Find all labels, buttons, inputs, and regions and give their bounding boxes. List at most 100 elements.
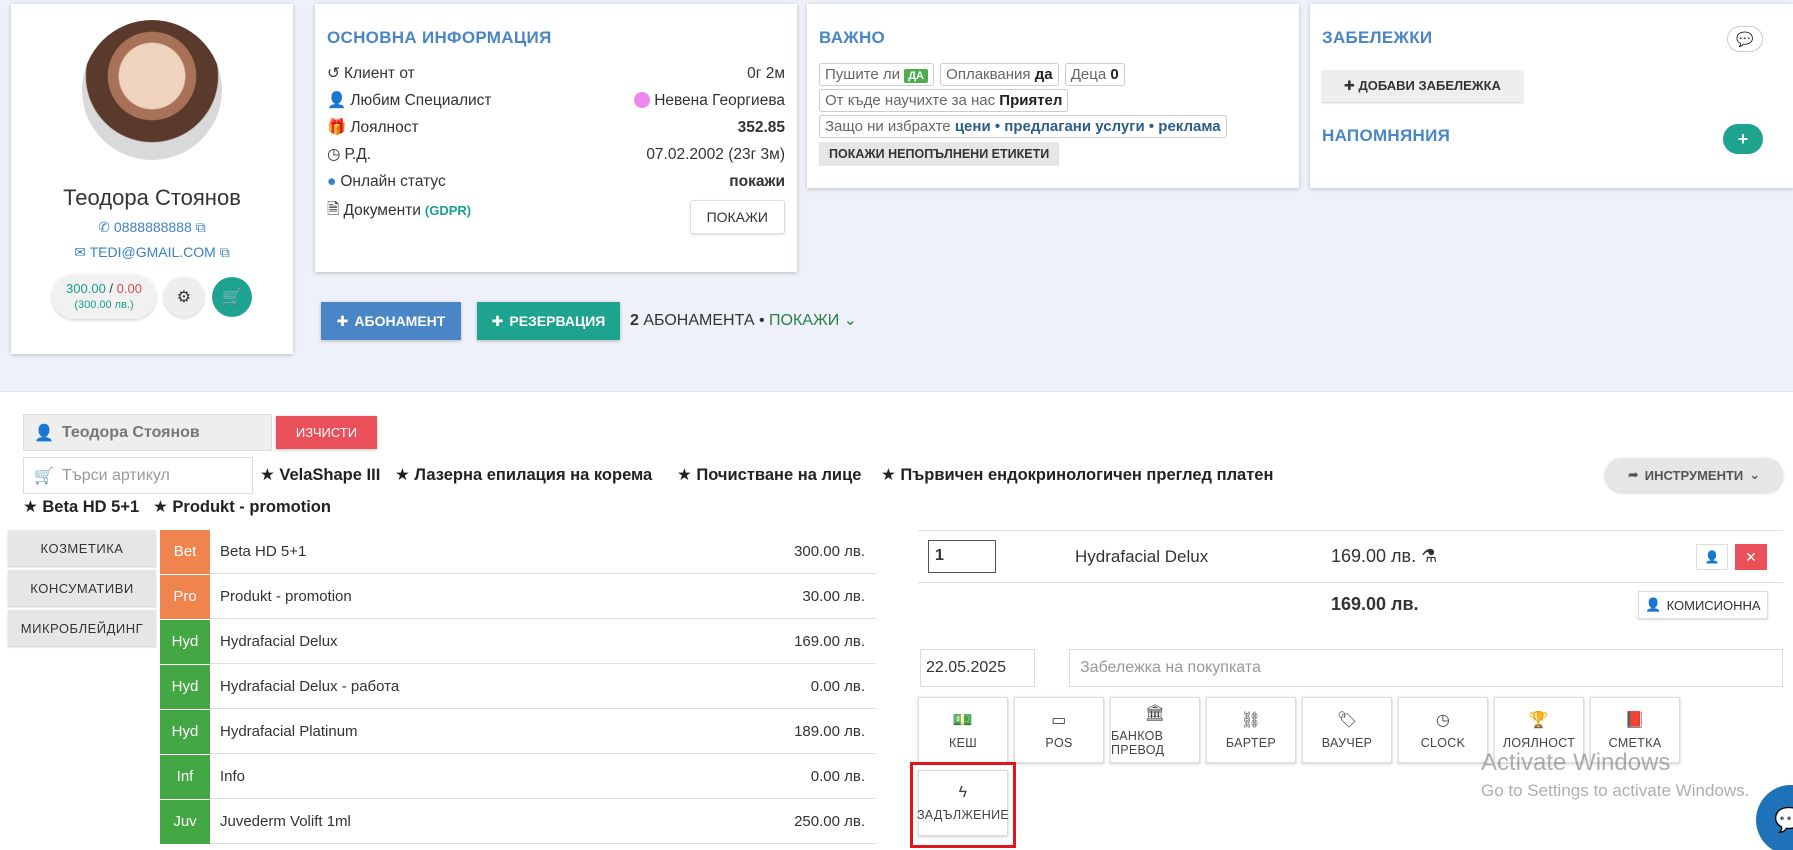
cart-divider [918,582,1783,583]
tag-children[interactable]: Деца 0 [1064,63,1125,86]
trophy-icon: 🏆 [1528,712,1550,729]
client-phone[interactable]: ✆ 0888888888 ⧉ [11,219,293,236]
product-name: Juvederm Volift 1ml [220,813,351,830]
subscription-button[interactable]: ✚ АБОНАМЕНТ [321,302,461,340]
favorite-item[interactable]: ★ VelaShape III [260,465,380,485]
online-status-show-link[interactable]: покажи [729,173,785,191]
copy-icon[interactable]: ⧉ [196,219,206,235]
product-row[interactable]: Inf Info 0.00 лв. [160,754,875,799]
product-code: Bet [160,529,210,574]
favorite-item[interactable]: ★ Beta HD 5+1 [23,497,139,517]
product-price: 169.00 лв. [794,633,865,650]
product-name: Produkt - promotion [220,588,352,605]
add-reminder-button[interactable]: + [1723,124,1763,154]
comment-icon[interactable]: 💬 [1727,26,1763,52]
tag-heard-from[interactable]: От къде научихте за нас Приятел [819,89,1069,112]
bank-icon: 🏛 [1144,705,1166,722]
purchase-date-input[interactable]: 22.05.2025 [920,649,1035,687]
product-row[interactable]: Bet Beta HD 5+1 300.00 лв. [160,529,875,574]
product-row[interactable]: Pro Produkt - promotion 30.00 лв. [160,574,875,619]
purchase-note-input[interactable]: Забележка на покупката [1069,649,1783,687]
favorite-item[interactable]: ★ Първичен ендокринологичен преглед плат… [881,465,1273,485]
main-info-card: ОСНОВНА ИНФОРМАЦИЯ ↺ Клиент от 0г 2м 👤 Люби… [315,4,797,272]
product-row[interactable]: Juv Juvederm Volift 1ml 250.00 лв. [160,799,875,844]
tools-button[interactable]: ➦ ИНСТРУМЕНТИ ⌄ [1605,458,1783,492]
product-search-input[interactable]: 🛒 Търси артикул [23,457,253,494]
product-price: 0.00 лв. [810,678,865,695]
favorite-item[interactable]: ★ Почистване на лице [677,465,861,485]
documents-show-button[interactable]: ПОКАЖИ [689,200,785,234]
reservation-button[interactable]: ✚ РЕЗЕРВАЦИЯ [477,302,620,340]
cart-icon: 🛒 [221,289,242,306]
cart-button[interactable]: 🛒 [211,277,252,317]
cart-total: 169.00 лв. [1331,594,1419,614]
notes-title: ЗАБЕЛЕЖКИ [1322,28,1433,47]
favorite-item[interactable]: ★ Лазерна епилация на корема [395,465,652,485]
product-row[interactable]: Hyd Hydrafacial Delux 169.00 лв. [160,619,875,664]
cart-item-name: Hydrafacial Delux [1075,547,1209,566]
reminders-title: НАПОМНЯНИЯ [1322,126,1451,145]
payment-debt-button[interactable]: ϟ ЗАДЪЛЖЕНИЕ [917,770,1009,836]
chat-widget-icon[interactable]: 💬 [1756,785,1793,850]
show-unfilled-tags-button[interactable]: ПОКАЖИ НЕПОПЪЛНЕНИ ЕТИКЕТИ [819,142,1060,166]
info-row-online-status: ● Онлайн статус покажи [327,172,785,191]
payment-card-button[interactable]: ▭ POS [1014,697,1104,763]
info-row-client-since: ↺ Клиент от 0г 2м [327,64,785,83]
important-card: ВАЖНО Пушите ли ДА Оплаквания да Деца 0 … [807,4,1299,188]
product-name: Hydrafacial Delux [220,633,338,650]
add-note-button[interactable]: ✚ ДОБАВИ ЗАБЕЛЕЖКА [1322,70,1523,102]
client-select-field[interactable]: 👤 Теодора Стоянов [23,414,272,451]
category-consumables[interactable]: КОНСУМАТИВИ [8,570,156,606]
info-row-loyalty: 🎁 Лоялност 352.85 [327,118,785,137]
globe-icon: ● [327,172,337,190]
history-icon: ↺ [327,65,340,82]
product-code: Hyd [160,709,210,754]
clock-icon: ◷ [327,146,341,163]
clock-icon: ◷ [1435,712,1451,729]
product-name: Hydrafacial Delux - работа [220,678,400,695]
client-profile-card: Теодора Стоянов ✆ 0888888888 ⧉ ✉ TEDI@GM… [11,4,293,354]
quantity-input[interactable]: 1 [928,540,996,573]
payment-link-button[interactable]: ⛓ БАРТЕР [1206,697,1296,763]
cart-item-price: 169.00 лв. ⚗ [1331,546,1438,566]
info-row-birthdate: ◷ Р.Д. 07.02.2002 (23г 3м) [327,145,785,164]
info-row-favorite-specialist: 👤 Любим Специалист Невена Георгиева [327,91,785,110]
assign-specialist-button[interactable]: 👤 [1696,544,1728,570]
client-email[interactable]: ✉ TEDI@GMAIL.COM ⧉ [11,244,293,261]
settings-button[interactable]: ⚙ [163,277,204,317]
payment-tag-button[interactable]: 🏷 ВАУЧЕР [1302,697,1392,763]
product-price: 300.00 лв. [794,543,865,560]
product-name: Beta HD 5+1 [220,543,307,560]
payment-clock-button[interactable]: ◷ CLOCK [1398,697,1488,763]
product-row[interactable]: Hyd Hydrafacial Platinum 189.00 лв. [160,709,875,754]
tag-why-chose[interactable]: Защо ни избрахте цени • предлагани услуг… [819,115,1227,138]
notes-card: ЗАБЕЛЕЖКИ 💬 ✚ ДОБАВИ ЗАБЕЛЕЖКА НАПОМНЯНИ… [1310,4,1793,188]
cash-icon: 💵 [952,712,974,729]
gdpr-link[interactable]: (GDPR) [425,203,471,218]
user-icon: 👤 [1645,597,1662,612]
client-balance[interactable]: 300.00 / 0.00 (300.00 лв.) [52,275,156,319]
product-row[interactable]: Hyd Hydrafacial Delux - работа 0.00 лв. [160,664,875,709]
specialist-color-dot [634,92,651,109]
user-icon: 👤 [1704,550,1720,564]
remove-item-button[interactable]: ✕ [1735,544,1767,570]
flask-icon: ⚗ [1421,546,1438,566]
favorite-item[interactable]: ★ Produkt - promotion [153,497,331,517]
envelope-icon: ✉ [74,244,86,260]
product-name: Hydrafacial Platinum [220,723,358,740]
payment-cash-button[interactable]: 💵 КЕШ [918,697,1008,763]
copy-icon[interactable]: ⧉ [220,244,230,260]
commission-button[interactable]: 👤 КОМИСИОННА [1638,591,1768,619]
category-microblading[interactable]: МИКРОБЛЕЙДИНГ [8,610,156,646]
tag-smoking[interactable]: Пушите ли ДА [819,63,934,86]
user-icon: 👤 [34,424,54,442]
clear-button[interactable]: ИЗЧИСТИ [276,416,377,449]
subscriptions-summary: 2 АБОНАМЕНТА • ПОКАЖИ ⌄ [630,312,858,329]
payment-bank-button[interactable]: 🏛 БАНКОВ ПРЕВОД [1110,697,1200,763]
category-cosmetics[interactable]: КОЗМЕТИКА [8,530,156,566]
activate-windows-watermark: Activate Windows Go to Settings to activ… [1481,749,1750,800]
tag-complaints[interactable]: Оплаквания да [940,63,1059,86]
subscriptions-show-link[interactable]: ПОКАЖИ ⌄ [769,312,857,329]
product-name: Info [220,768,246,785]
product-code: Juv [160,799,210,844]
